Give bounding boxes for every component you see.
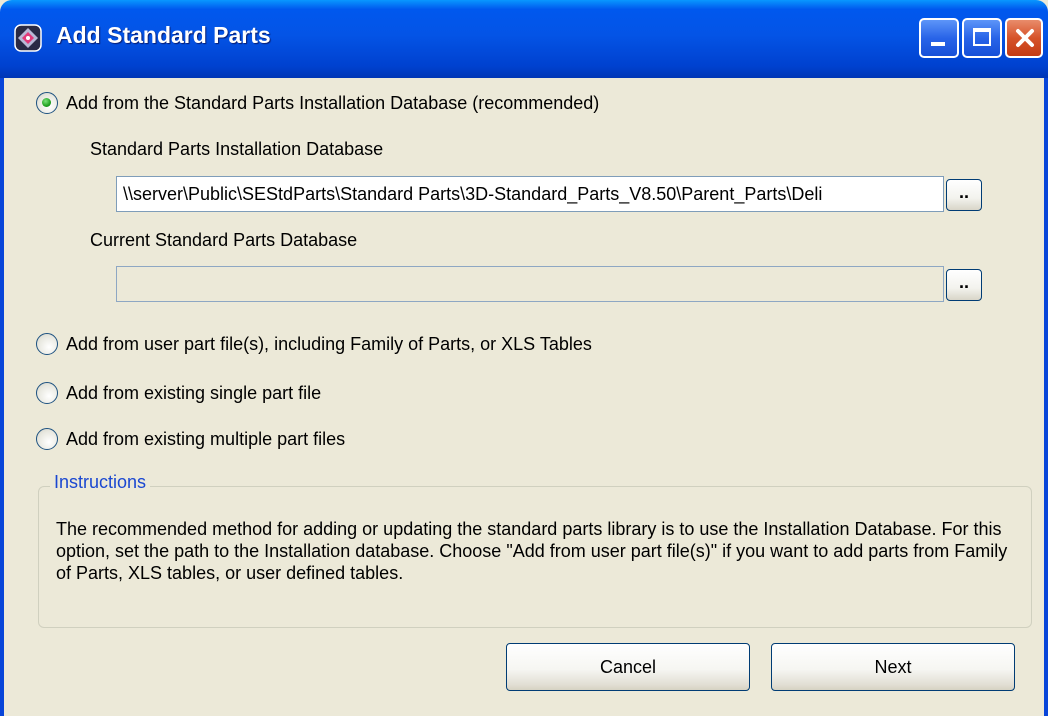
installation-database-label: Standard Parts Installation Database xyxy=(90,139,384,159)
instructions-title: Instructions xyxy=(50,472,151,493)
close-button[interactable] xyxy=(1005,18,1043,58)
add-standard-parts-dialog: Add Standard Parts Add from the Standard… xyxy=(0,0,1048,716)
installation-database-browse-button[interactable]: .. xyxy=(946,179,982,211)
current-database-browse-button[interactable]: .. xyxy=(946,269,982,301)
minimize-button[interactable] xyxy=(919,18,959,58)
close-icon xyxy=(1016,29,1034,47)
option-multiple-part-files[interactable]: Add from existing multiple part files xyxy=(36,425,345,453)
option-label: Add from existing multiple part files xyxy=(66,428,346,449)
option-installation-database[interactable]: Add from the Standard Parts Installation… xyxy=(36,89,599,117)
option-single-part-file[interactable]: Add from existing single part file xyxy=(36,379,321,407)
title-bar[interactable]: Add Standard Parts xyxy=(0,0,1048,78)
maximize-button[interactable] xyxy=(962,18,1002,58)
option-label: Add from the Standard Parts Installation… xyxy=(66,92,600,113)
maximize-icon xyxy=(973,28,991,46)
option-label: Add from user part file(s), including Fa… xyxy=(66,333,592,354)
radio-button[interactable] xyxy=(36,333,58,355)
current-database-label: Current Standard Parts Database xyxy=(90,230,358,250)
radio-button[interactable] xyxy=(36,428,58,450)
current-database-path-field[interactable] xyxy=(116,266,944,302)
window-frame-right xyxy=(1044,78,1048,716)
installation-database-path-field[interactable]: \\server\Public\SEStdParts\Standard Part… xyxy=(116,176,944,212)
option-label: Add from existing single part file xyxy=(66,382,322,403)
radio-button[interactable] xyxy=(36,382,58,404)
option-user-part-files[interactable]: Add from user part file(s), including Fa… xyxy=(36,330,592,358)
next-button[interactable]: Next xyxy=(771,643,1015,691)
cancel-button[interactable]: Cancel xyxy=(506,643,750,691)
instructions-text: The recommended method for adding or upd… xyxy=(56,519,1008,583)
window-frame-left xyxy=(0,78,4,716)
radio-selected-dot xyxy=(42,98,51,107)
window-title: Add Standard Parts xyxy=(56,22,271,48)
radio-button-selected[interactable] xyxy=(36,92,58,114)
app-icon xyxy=(14,24,42,52)
minimize-icon xyxy=(931,42,945,46)
